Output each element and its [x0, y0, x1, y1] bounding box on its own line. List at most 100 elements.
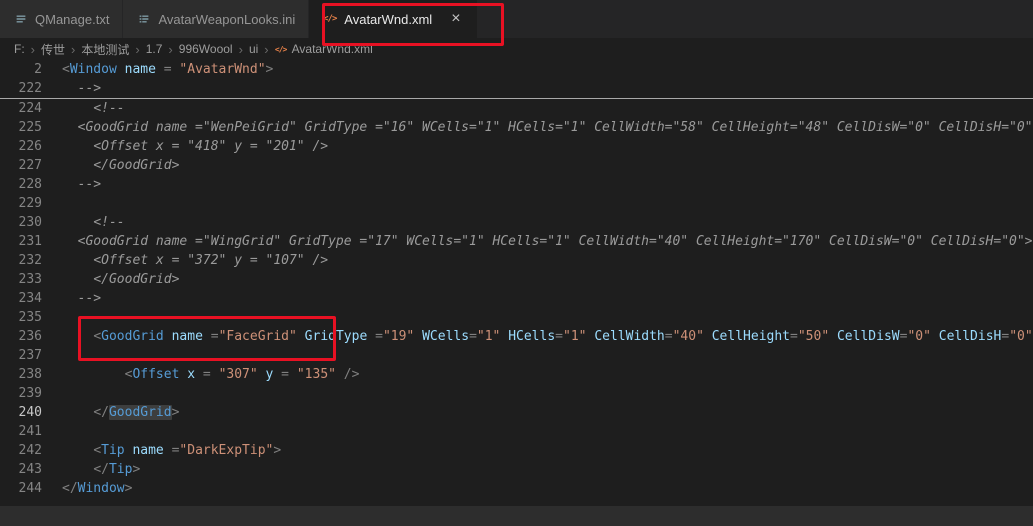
line-number[interactable]: 2 [0, 60, 42, 79]
line-number[interactable]: 232 [0, 251, 42, 270]
chevron-right-icon: › [238, 43, 244, 56]
code-line[interactable]: 238 <Offset x = "307" y = "135" /> [0, 365, 1033, 384]
line-number[interactable]: 225 [0, 118, 42, 137]
breadcrumb-item[interactable]: 本地测试 [81, 41, 129, 58]
breadcrumb-item[interactable]: 传世 [41, 41, 65, 58]
tab-label: QManage.txt [35, 12, 109, 27]
code-line[interactable]: 240 </GoodGrid> [0, 403, 1033, 422]
code-line[interactable]: 222 --> [0, 79, 1033, 98]
code-line-text[interactable]: --> [42, 289, 1033, 308]
code-line-text[interactable]: --> [42, 79, 1033, 98]
code-lines: 224 <!--225 <GoodGrid name ="WenPeiGrid"… [0, 99, 1033, 498]
tab-qmanage-txt[interactable]: QManage.txt [0, 0, 123, 38]
code-line-text[interactable] [42, 194, 1033, 213]
xml-file-icon: </> [322, 12, 337, 27]
breadcrumb-item[interactable]: 1.7 [146, 42, 163, 56]
code-line[interactable]: 235 [0, 308, 1033, 327]
code-line-text[interactable]: <!-- [42, 99, 1033, 118]
line-number[interactable]: 242 [0, 441, 42, 460]
line-number[interactable]: 222 [0, 79, 42, 98]
line-number[interactable]: 233 [0, 270, 42, 289]
line-number[interactable]: 237 [0, 346, 42, 365]
code-line-text[interactable] [42, 422, 1033, 441]
code-line[interactable]: 232 <Offset x = "372" y = "107" /> [0, 251, 1033, 270]
line-number[interactable]: 235 [0, 308, 42, 327]
code-line-text[interactable]: </Tip> [42, 460, 1033, 479]
line-number[interactable]: 240 [0, 403, 42, 422]
tab-bar-empty-space [478, 0, 1033, 38]
line-number[interactable]: 243 [0, 460, 42, 479]
code-line-text[interactable] [42, 346, 1033, 365]
tab-bar: QManage.txt AvatarWeaponLooks.ini </> Av… [0, 0, 1033, 38]
code-line-text[interactable]: <Offset x = "307" y = "135" /> [42, 365, 1033, 384]
line-number[interactable]: 244 [0, 479, 42, 498]
horizontal-scrollbar[interactable] [0, 506, 1033, 526]
tab-avatarweaponlooks-ini[interactable]: AvatarWeaponLooks.ini [123, 0, 309, 38]
code-line[interactable]: 227 </GoodGrid> [0, 156, 1033, 175]
code-line[interactable]: 234 --> [0, 289, 1033, 308]
code-line-text[interactable] [42, 384, 1033, 403]
code-line[interactable]: 229 [0, 194, 1033, 213]
code-line-text[interactable]: </GoodGrid> [42, 156, 1033, 175]
line-number[interactable]: 229 [0, 194, 42, 213]
vscode-window: QManage.txt AvatarWeaponLooks.ini </> Av… [0, 0, 1033, 60]
code-line[interactable]: 237 [0, 346, 1033, 365]
line-number[interactable]: 224 [0, 99, 42, 118]
chevron-right-icon: › [134, 43, 140, 56]
code-line-text[interactable]: <Window name = "AvatarWnd"> [42, 60, 1033, 79]
code-line-text[interactable]: <GoodGrid name ="WingGrid" GridType ="17… [42, 232, 1033, 251]
breadcrumb-item-drive[interactable]: F: [14, 42, 25, 56]
code-line-text[interactable]: <GoodGrid name ="WenPeiGrid" GridType ="… [42, 118, 1033, 137]
code-line[interactable]: 230 <!-- [0, 213, 1033, 232]
code-line-text[interactable]: <Offset x = "418" y = "201" /> [42, 137, 1033, 156]
line-number[interactable]: 238 [0, 365, 42, 384]
breadcrumb-item-file[interactable]: AvatarWnd.xml [292, 42, 373, 56]
txt-file-icon [13, 12, 28, 27]
code-line[interactable]: 236 <GoodGrid name ="FaceGrid" GridType … [0, 327, 1033, 346]
close-tab-icon[interactable]: × [448, 10, 463, 28]
breadcrumb-item[interactable]: 996Woool [179, 42, 233, 56]
code-line-text[interactable] [42, 308, 1033, 327]
code-line-text[interactable]: <GoodGrid name ="FaceGrid" GridType ="19… [42, 327, 1033, 346]
line-number[interactable]: 230 [0, 213, 42, 232]
line-number[interactable]: 228 [0, 175, 42, 194]
line-number[interactable]: 226 [0, 137, 42, 156]
line-number[interactable]: 234 [0, 289, 42, 308]
code-line[interactable]: 225 <GoodGrid name ="WenPeiGrid" GridTyp… [0, 118, 1033, 137]
code-line[interactable]: 224 <!-- [0, 99, 1033, 118]
line-number[interactable]: 227 [0, 156, 42, 175]
line-number[interactable]: 239 [0, 384, 42, 403]
code-line[interactable]: 239 [0, 384, 1033, 403]
chevron-right-icon: › [30, 43, 36, 56]
code-line-text[interactable]: --> [42, 175, 1033, 194]
code-line[interactable]: 242 <Tip name ="DarkExpTip"> [0, 441, 1033, 460]
tab-avatarwnd-xml[interactable]: </> AvatarWnd.xml × [309, 0, 477, 38]
code-line-text[interactable]: </Window> [42, 479, 1033, 498]
line-number[interactable]: 231 [0, 232, 42, 251]
tab-label: AvatarWnd.xml [344, 12, 432, 27]
editor[interactable]: 2<Window name = "AvatarWnd">222 --> 224 … [0, 60, 1033, 526]
sticky-scroll: 2<Window name = "AvatarWnd">222 --> [0, 60, 1033, 99]
code-line[interactable]: 244</Window> [0, 479, 1033, 498]
chevron-right-icon: › [70, 43, 76, 56]
tab-label: AvatarWeaponLooks.ini [158, 12, 295, 27]
code-line[interactable]: 233 </GoodGrid> [0, 270, 1033, 289]
xml-file-icon: </> [275, 43, 287, 55]
code-line[interactable]: 228 --> [0, 175, 1033, 194]
breadcrumb-item[interactable]: ui [249, 42, 258, 56]
code-line[interactable]: 2<Window name = "AvatarWnd"> [0, 60, 1033, 79]
line-number[interactable]: 241 [0, 422, 42, 441]
chevron-right-icon: › [167, 43, 173, 56]
line-number[interactable]: 236 [0, 327, 42, 346]
code-line-text[interactable]: <Offset x = "372" y = "107" /> [42, 251, 1033, 270]
code-line-text[interactable]: <Tip name ="DarkExpTip"> [42, 441, 1033, 460]
code-line[interactable]: 231 <GoodGrid name ="WingGrid" GridType … [0, 232, 1033, 251]
ini-file-icon [136, 12, 151, 27]
code-line[interactable]: 226 <Offset x = "418" y = "201" /> [0, 137, 1033, 156]
breadcrumb: F: › 传世 › 本地测试 › 1.7 › 996Woool › ui › <… [0, 38, 1033, 60]
code-line-text[interactable]: </GoodGrid> [42, 270, 1033, 289]
code-line[interactable]: 241 [0, 422, 1033, 441]
code-line-text[interactable]: </GoodGrid> [42, 403, 1033, 422]
code-line[interactable]: 243 </Tip> [0, 460, 1033, 479]
code-line-text[interactable]: <!-- [42, 213, 1033, 232]
